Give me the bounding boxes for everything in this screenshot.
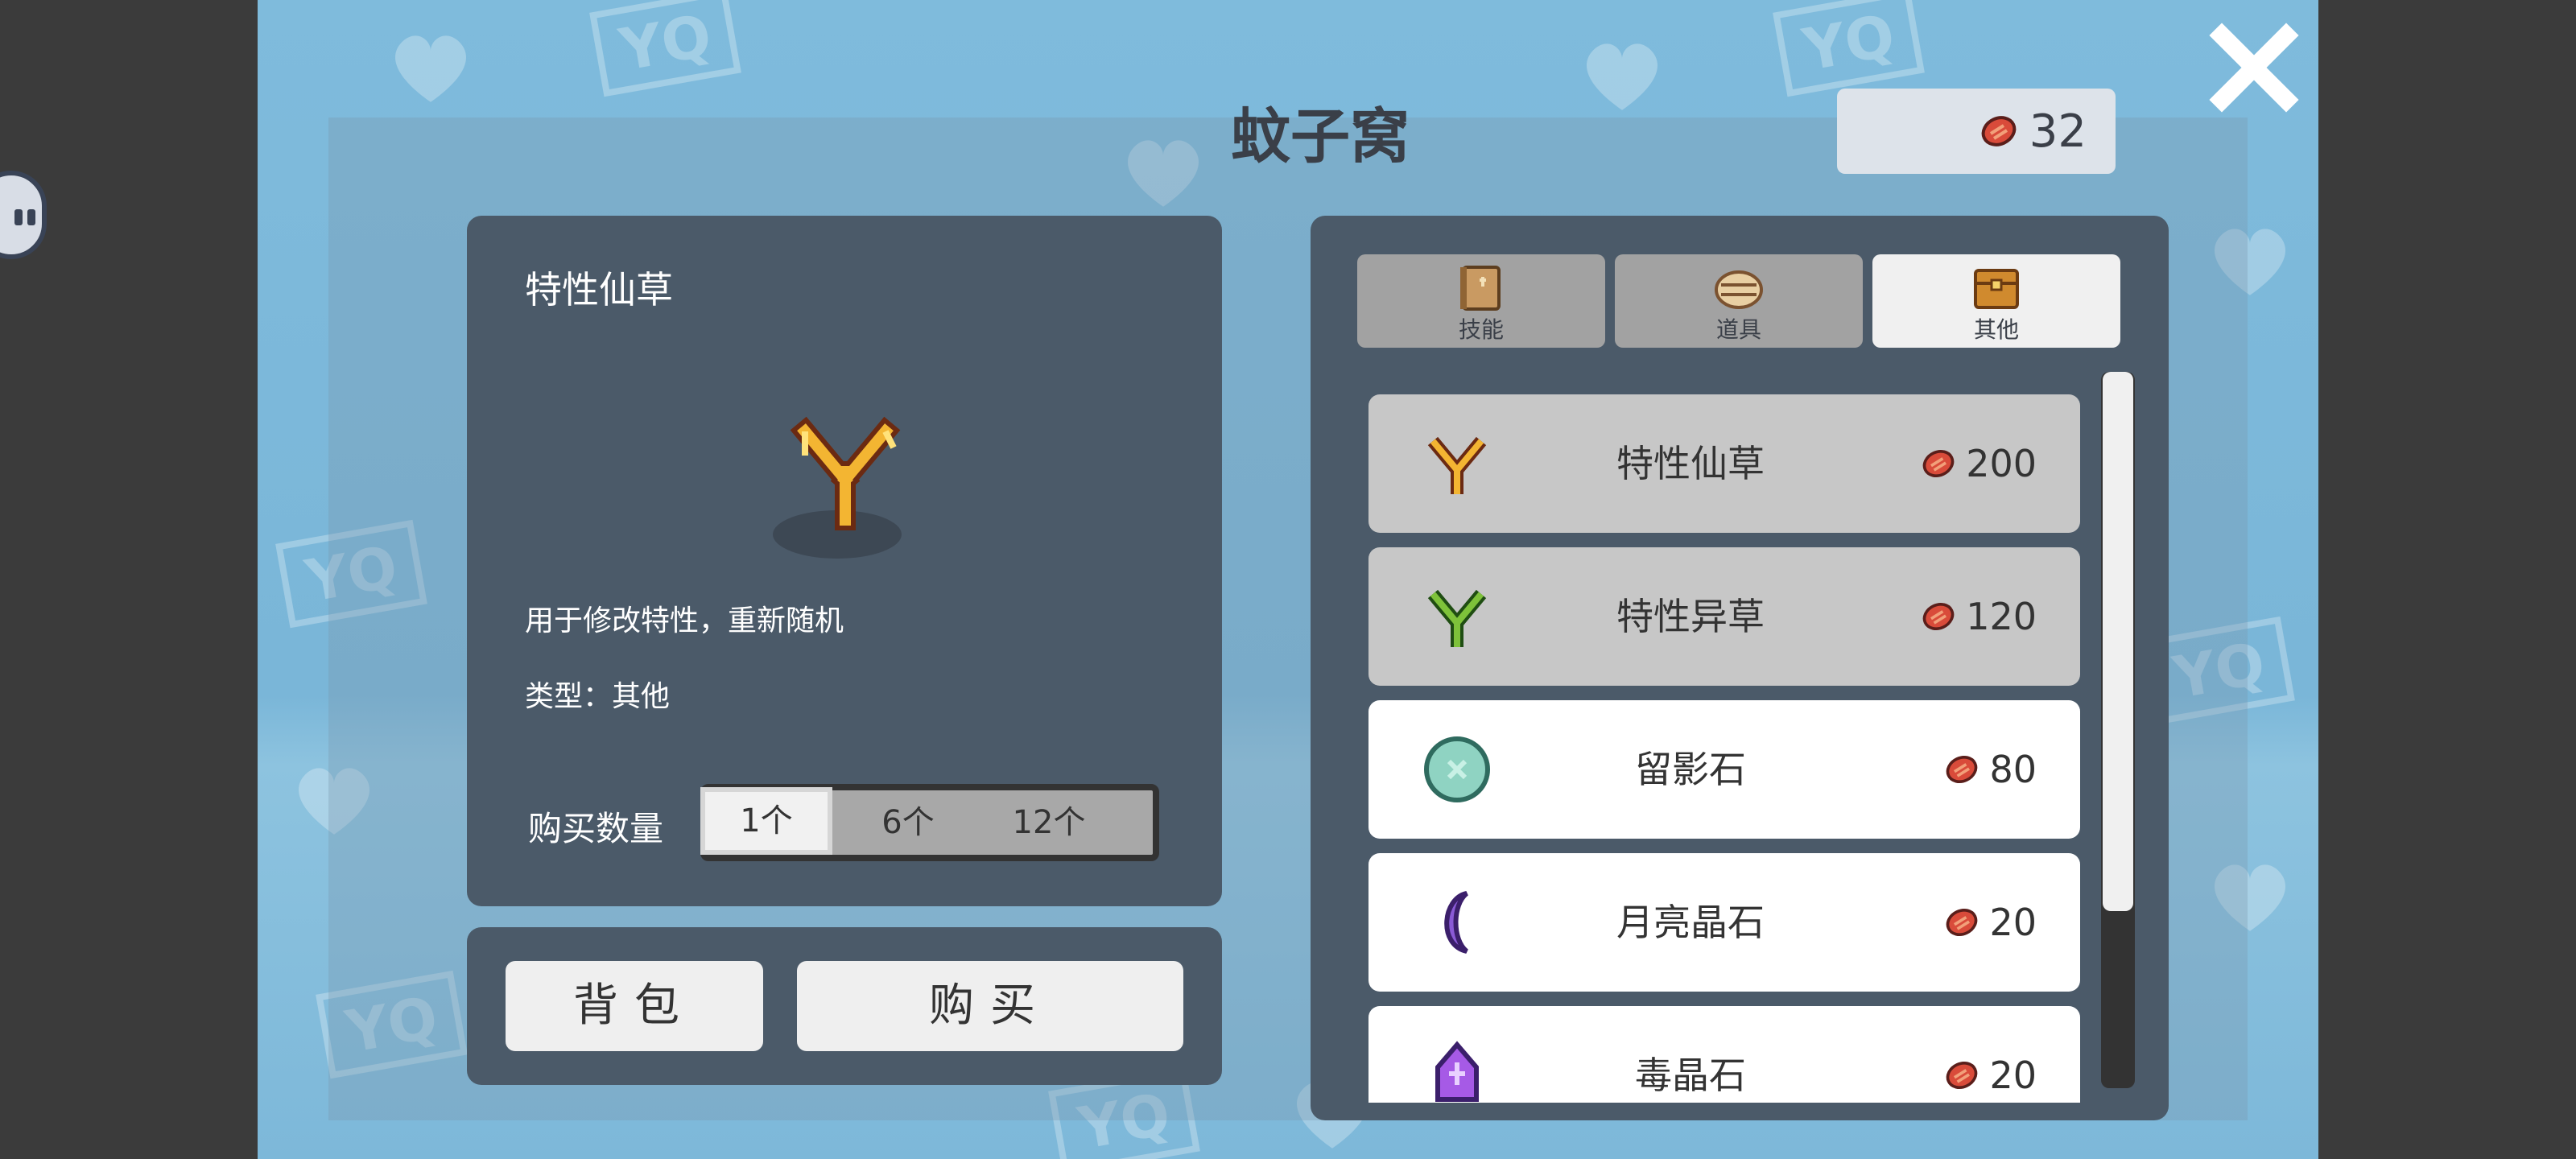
meat-coin-icon [1922,450,1955,477]
floating-assistant-button[interactable] [0,171,47,259]
detail-type: 类型：其他 [525,680,671,713]
tab-items[interactable]: 道具 [1615,254,1863,348]
golden-herb-icon [1427,436,1487,494]
item-pot-icon [1715,270,1763,309]
quantity-option-1[interactable]: 1个 [700,787,832,855]
quantity-option-6[interactable]: 6个 [860,790,956,855]
list-item[interactable]: 特性仙草 200 [1368,394,2080,533]
green-herb-icon [1427,589,1487,647]
meat-coin-icon [1981,116,2017,146]
shop-title: 蚊子窝 [1231,102,1410,171]
quantity-option-12[interactable]: 12个 [989,790,1109,855]
item-name: 月亮晶石 [1616,901,1765,944]
tab-items-label: 道具 [1715,316,1761,343]
yq-watermark: YQ [1773,0,1926,97]
list-item[interactable]: 留影石 80 [1368,700,2080,839]
game-screen: YQ YQ YQ YQ YQ YQ 蚊子窝 32 特性仙草 用于修改特性，重新随… [258,0,2318,1159]
scrollbar-thumb[interactable] [2103,372,2133,911]
currency-amount: 32 [2029,105,2087,158]
item-name: 留影石 [1635,748,1746,791]
tab-skills-label: 技能 [1458,316,1504,343]
item-name: 特性仙草 [1616,442,1765,485]
item-price: 120 [1921,547,2037,686]
list-item[interactable]: 毒晶石 20 [1368,1006,2080,1103]
currency-display: 32 [1837,89,2116,174]
list-scrollbar[interactable] [2101,372,2135,1088]
meat-coin-icon [1946,756,1978,783]
action-panel: 背包 购买 [467,927,1222,1085]
quantity-label: 购买数量 [528,809,664,848]
meat-coin-icon [1946,1062,1978,1089]
quantity-selector: 1个 6个 12个 [700,784,1159,861]
list-item[interactable]: 特性异草 120 [1368,547,2080,686]
poison-crystal-icon [1435,1041,1479,1102]
close-icon[interactable] [2206,19,2302,116]
moon-crystal-icon [1444,891,1469,954]
yq-watermark: YQ [589,0,742,97]
letterbox-right [2318,0,2576,1159]
assistant-eye-left [14,209,23,225]
tab-skills[interactable]: 技能 [1357,254,1605,348]
item-price-value: 120 [1966,595,2037,638]
skill-book-icon [1460,266,1501,311]
bag-button[interactable]: 背包 [506,961,763,1051]
meat-coin-icon [1946,909,1978,936]
item-list[interactable]: 特性仙草 200 特性异草 120 留影石 80 月亮晶石 20 毒晶石 20 [1368,394,2082,1103]
item-price-value: 20 [1989,901,2037,944]
item-price: 80 [1944,700,2037,839]
golden-herb-icon [790,416,901,530]
item-price: 20 [1944,853,2037,992]
shop-list-panel: 技能 道具 其他 特性仙草 200 特性异草 120 留影石 80 月亮晶石 2… [1311,216,2169,1120]
item-price-value: 80 [1989,748,2037,791]
item-name: 特性异草 [1616,595,1765,638]
item-price-value: 200 [1966,442,2037,485]
heart-watermark-icon [1587,43,1657,110]
item-price: 20 [1944,1006,2037,1103]
list-item[interactable]: 月亮晶石 20 [1368,853,2080,992]
tab-other-label: 其他 [1973,316,2019,343]
item-price-value: 20 [1989,1054,2037,1097]
assistant-eye-right [27,209,35,225]
heart-watermark-icon [395,35,466,102]
letterbox-left [0,0,258,1159]
chest-icon [1974,269,2019,309]
detail-item-name: 特性仙草 [525,268,673,311]
buy-button[interactable]: 购买 [797,961,1183,1051]
item-name: 毒晶石 [1635,1054,1746,1097]
shadow-stone-icon [1424,736,1490,802]
tab-other[interactable]: 其他 [1872,254,2120,348]
item-detail-panel: 特性仙草 用于修改特性，重新随机 类型：其他 购买数量 1个 6个 12个 [467,216,1222,906]
detail-description: 用于修改特性，重新随机 [525,604,844,637]
meat-coin-icon [1922,603,1955,630]
item-price: 200 [1921,394,2037,533]
